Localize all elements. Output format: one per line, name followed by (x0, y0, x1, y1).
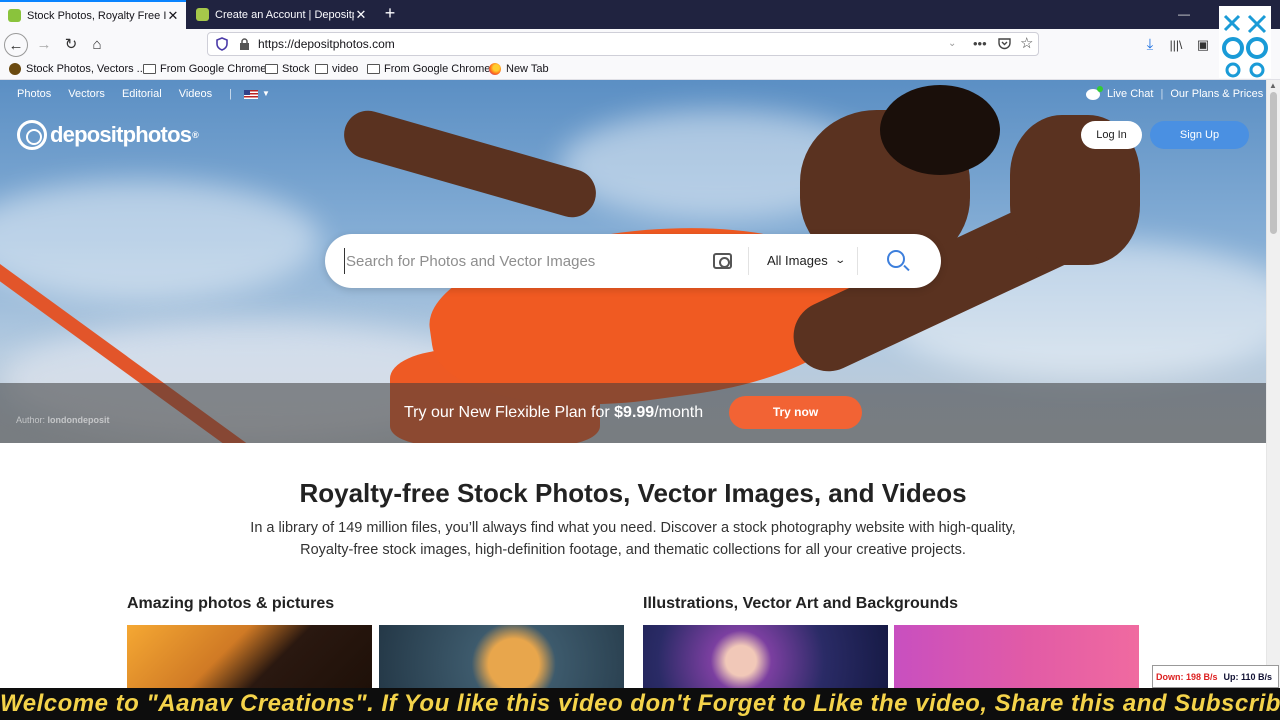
bookmark-folder[interactable]: Stock (265, 63, 310, 75)
illustration-thumbnail[interactable] (894, 625, 1139, 690)
folder-icon (367, 64, 380, 74)
nav-divider: | (229, 88, 232, 100)
video-ticker: Welcome to "Aanav Creations". If You lik… (0, 688, 1280, 720)
section-title-photos: Amazing photos & pictures (127, 595, 335, 612)
bookmark-folder[interactable]: From Google Chrome (367, 63, 490, 75)
lock-icon[interactable] (239, 38, 250, 50)
tab-title: Create an Account | Depositph (215, 8, 354, 21)
minimize-window-icon[interactable]: — (1162, 0, 1206, 29)
search-icon[interactable] (887, 250, 905, 268)
photo-thumbnail[interactable] (127, 625, 372, 690)
header-links: Live Chat | Our Plans & Prices (1086, 85, 1263, 100)
header-divider: | (1160, 88, 1164, 100)
browser-tab-create-account[interactable]: Create an Account | Depositph ✕ (188, 0, 374, 29)
new-tab-button[interactable]: + (380, 3, 400, 25)
reload-icon[interactable]: ↻ (58, 33, 84, 57)
language-caret-icon[interactable]: ▼ (262, 89, 270, 98)
nav-editorial[interactable]: Editorial (122, 88, 162, 100)
back-arrow-icon[interactable]: ← (4, 33, 28, 57)
channel-watermark-logo (1219, 6, 1271, 78)
promo-text: Try our New Flexible Plan for $9.99/mont… (404, 404, 704, 421)
browser-tab-depositphotos[interactable]: Stock Photos, Royalty Free Imag ✕ (0, 0, 186, 29)
illustration-thumbnail[interactable] (643, 625, 888, 690)
bookmark-folder[interactable]: video (315, 63, 358, 75)
site-top-nav: Photos Vectors Editorial Videos | (17, 88, 232, 100)
try-now-button[interactable]: Try now (729, 396, 862, 429)
browser-nav-bar: ← → ↻ ⌂ https://depositphotos.com ⌄ ••• … (0, 29, 1280, 61)
browser-tab-bar: Stock Photos, Royalty Free Imag ✕ Create… (0, 0, 1280, 29)
nav-photos[interactable]: Photos (17, 88, 51, 100)
login-button[interactable]: Log In (1081, 121, 1142, 149)
divider (857, 247, 858, 275)
hero-banner: Photos Vectors Editorial Videos | ▼ depo… (0, 80, 1266, 443)
site-icon (9, 63, 21, 75)
close-tab-icon[interactable]: ✕ (354, 7, 368, 23)
bookmark-folder[interactable]: From Google Chrome (143, 63, 266, 75)
section-title-illustrations: Illustrations, Vector Art and Background… (643, 595, 959, 612)
site-favicon-icon (8, 9, 21, 22)
pocket-icon[interactable] (998, 38, 1011, 50)
us-flag-icon[interactable] (244, 90, 258, 99)
plans-prices-link[interactable]: Our Plans & Prices (1170, 88, 1263, 100)
library-icon[interactable]: |||\ (1163, 33, 1189, 57)
scrollbar-thumb[interactable] (1270, 92, 1277, 234)
chevron-down-icon: ⌄ (834, 255, 846, 266)
upload-speed: Up: 110 B/s (1223, 671, 1273, 682)
home-icon[interactable]: ⌂ (84, 33, 110, 57)
scroll-up-icon[interactable]: ▲ (1269, 81, 1277, 90)
nav-videos[interactable]: Videos (179, 88, 212, 100)
bookmark-site[interactable]: Stock Photos, Vectors ... (9, 63, 146, 75)
camera-logo-icon (17, 120, 47, 150)
url-dropdown-icon[interactable]: ⌄ (948, 38, 956, 49)
chat-bubble-icon (1086, 85, 1103, 100)
signup-button[interactable]: Sign Up (1150, 121, 1249, 149)
downloads-icon[interactable]: ⤓ (1137, 33, 1163, 57)
folder-icon (265, 64, 278, 74)
depositphotos-logo[interactable]: depositphotos ® (17, 120, 199, 150)
bookmarks-toolbar: Stock Photos, Vectors ... From Google Ch… (0, 61, 1280, 80)
search-bar: All Images ⌄ (325, 234, 941, 288)
ticker-text: Welcome to "Aanav Creations". If You lik… (0, 690, 1280, 717)
close-tab-icon[interactable]: ✕ (166, 8, 180, 24)
page-actions-icon[interactable]: ••• (973, 36, 987, 51)
sidebar-icon[interactable]: ▣ (1190, 33, 1216, 57)
url-text[interactable]: https://depositphotos.com (258, 37, 395, 51)
network-speed-meter: Down: 198 B/s Up: 110 B/s (1152, 665, 1279, 688)
folder-icon (143, 64, 156, 74)
page-title: Royalty-free Stock Photos, Vector Images… (299, 478, 967, 508)
bookmark-star-icon[interactable]: ☆ (1020, 34, 1033, 52)
live-chat-link[interactable]: Live Chat (1107, 88, 1153, 100)
site-favicon-icon (196, 8, 209, 21)
divider (748, 247, 749, 275)
photo-thumbnail[interactable] (379, 625, 624, 690)
folder-icon (315, 64, 328, 74)
tab-title: Stock Photos, Royalty Free Imag (27, 9, 166, 22)
firefox-icon (489, 63, 501, 75)
forward-arrow-icon[interactable]: → (31, 33, 57, 57)
search-input[interactable] (344, 248, 704, 274)
promo-strip: Author: londondeposit Try our New Flexib… (0, 383, 1266, 443)
bookmark-new-tab[interactable]: New Tab (489, 63, 549, 75)
tracking-shield-icon[interactable] (216, 37, 228, 51)
address-bar[interactable]: https://depositphotos.com ⌄ ••• ☆ (207, 32, 1039, 56)
camera-search-icon[interactable] (713, 253, 732, 269)
download-speed: Down: 198 B/s (1156, 671, 1218, 682)
image-author: Author: londondeposit (16, 415, 110, 425)
page-scrollbar[interactable]: ▲ (1266, 80, 1280, 688)
nav-vectors[interactable]: Vectors (68, 88, 105, 100)
image-type-select[interactable]: All Images ⌄ (767, 253, 846, 268)
page-subtitle: In a library of 149 million files, you’l… (250, 520, 1016, 558)
